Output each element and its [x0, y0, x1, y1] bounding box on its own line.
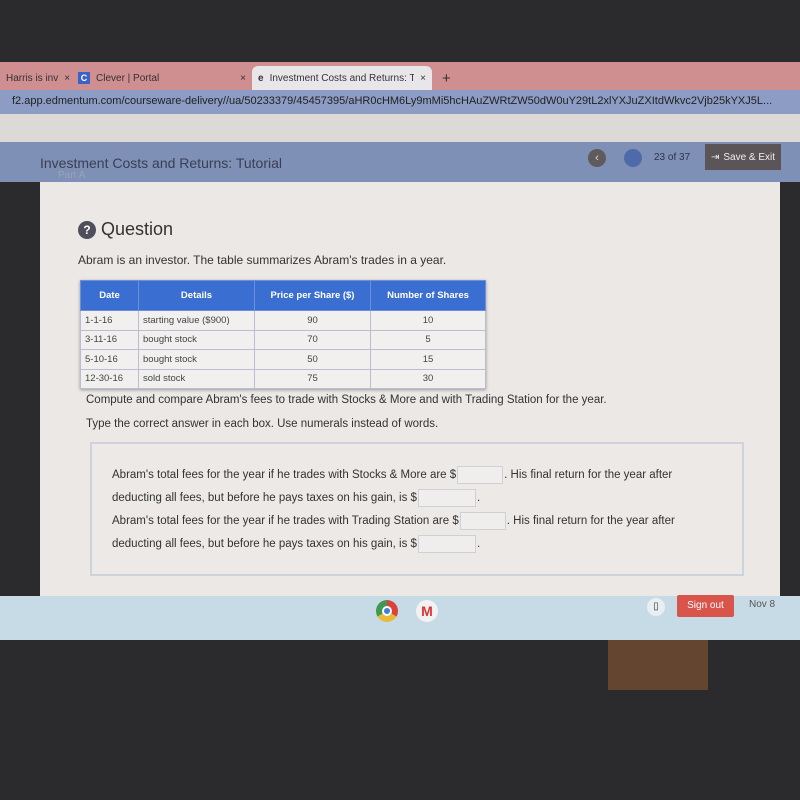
previous-button[interactable]: ‹ [588, 149, 606, 167]
question-heading: Question [101, 219, 174, 239]
gmail-icon[interactable]: M [416, 600, 438, 622]
tab-investment[interactable]: e Investment Costs and Returns: T × [252, 66, 432, 90]
address-bar[interactable]: f2.app.edmentum.com/courseware-delivery/… [0, 90, 800, 114]
new-tab-button[interactable]: + [436, 66, 457, 90]
save-exit-button[interactable]: ⇥ Save & Exit [705, 144, 781, 170]
trades-table: Date Details Price per Share ($) Number … [80, 280, 486, 389]
sign-out-button[interactable]: Sign out [677, 595, 734, 617]
stocks-more-return-input[interactable] [417, 489, 476, 507]
answer-line-3: Abram's total fees for the year if he tr… [112, 512, 675, 530]
page-title: Investment Costs and Returns: Tutorial [40, 155, 282, 171]
edmentum-icon: e [258, 72, 264, 84]
table-row: 5-10-16 bought stock 50 15 [80, 349, 486, 370]
table-row: 3-11-16 bought stock 70 5 [80, 329, 486, 350]
instruction-compute: Compute and compare Abram's fees to trad… [86, 394, 607, 406]
answer-line-1: Abram's total fees for the year if he tr… [112, 466, 672, 484]
close-icon[interactable]: × [240, 73, 246, 84]
next-button[interactable] [624, 149, 642, 167]
document-icon[interactable]: ▯ [647, 598, 665, 616]
asset-tag-sticker [608, 640, 708, 690]
tab-bar: Harris is inv × C Clever | Portal × e Invest… [0, 62, 800, 90]
trading-station-return-input[interactable] [417, 535, 476, 553]
exit-icon: ⇥ [710, 151, 720, 163]
chrome-icon[interactable] [376, 600, 398, 622]
trading-station-fees-input[interactable] [459, 512, 506, 530]
page-subtitle: Part A [58, 170, 86, 181]
stocks-more-fees-input[interactable] [457, 466, 504, 484]
toolbar-strip [0, 114, 800, 142]
table-row: 12-30-16 sold stock 75 30 [80, 368, 486, 389]
tab-clever[interactable]: C Clever | Portal × [72, 66, 252, 90]
page-counter: 23 of 37 [654, 152, 691, 163]
answer-box [90, 442, 744, 576]
date-display[interactable]: Nov 8 [749, 599, 775, 610]
clever-icon: C [78, 72, 90, 84]
question-icon: ? [78, 221, 96, 239]
close-icon[interactable]: × [64, 73, 70, 84]
table-row: 1-1-16 starting value ($900) 90 10 [80, 310, 486, 331]
tab-harris[interactable]: Harris is inv × [0, 66, 76, 90]
instruction-type: Type the correct answer in each box. Use… [86, 418, 439, 430]
table-header: Date Details Price per Share ($) Number … [80, 280, 486, 311]
question-intro: Abram is an investor. The table summariz… [78, 253, 447, 267]
close-icon[interactable]: × [420, 73, 426, 84]
answer-line-4: deducting all fees, but before he pays t… [112, 535, 480, 553]
answer-line-2: deducting all fees, but before he pays t… [112, 489, 480, 507]
